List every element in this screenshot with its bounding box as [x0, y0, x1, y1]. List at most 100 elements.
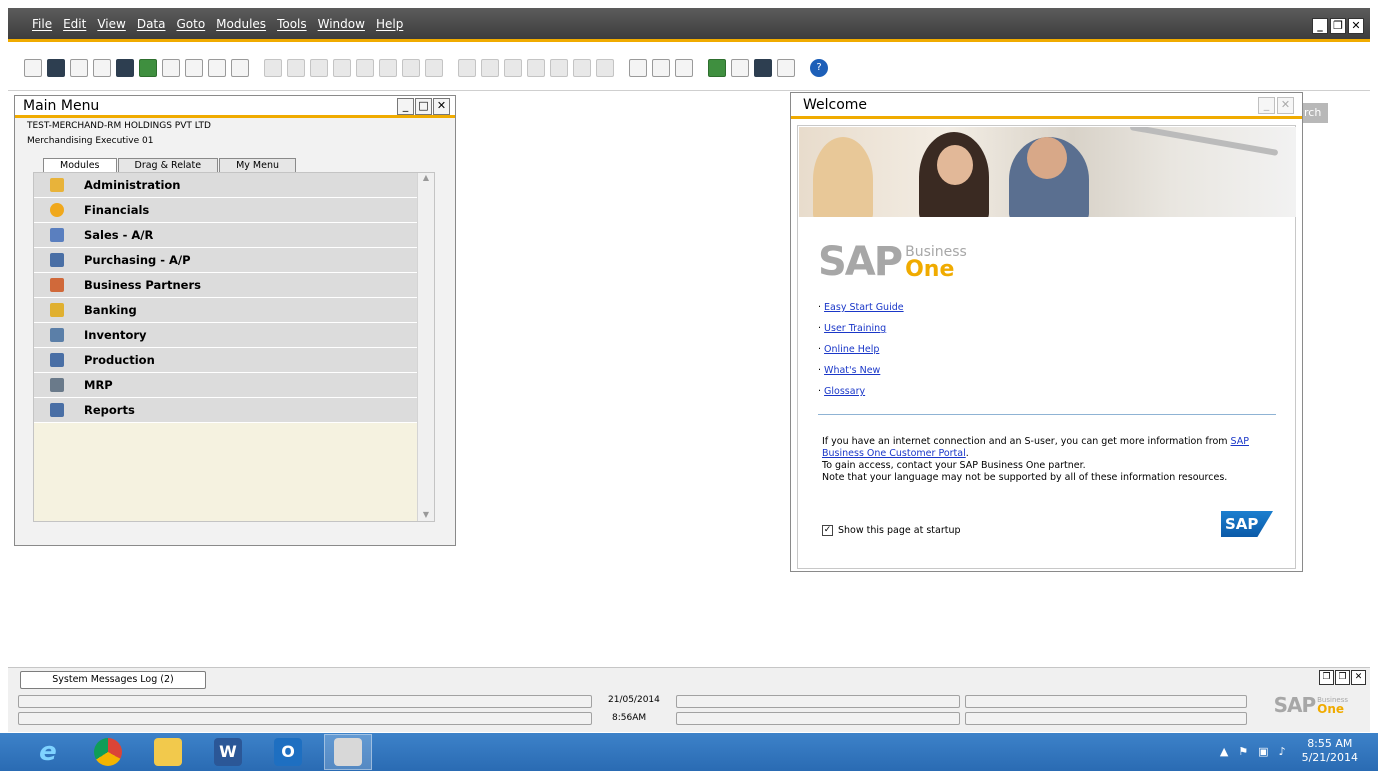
module-label: Sales - A/R — [84, 228, 154, 242]
search-field-stub[interactable]: rch — [1302, 103, 1328, 123]
export-pdf-icon[interactable] — [185, 58, 203, 77]
gross-profit-icon[interactable] — [550, 58, 568, 77]
print-icon[interactable] — [47, 58, 65, 77]
module-financials[interactable]: Financials — [34, 198, 419, 223]
transaction-journal-icon[interactable] — [596, 58, 614, 77]
module-banking[interactable]: Banking — [34, 298, 419, 323]
close-icon[interactable]: ✕ — [1351, 670, 1366, 685]
tab-drag-relate[interactable]: Drag & Relate — [117, 158, 219, 173]
target-document-icon[interactable] — [481, 58, 499, 77]
menu-data[interactable]: Data — [137, 17, 166, 31]
restore-icon[interactable]: ❐ — [1319, 670, 1334, 685]
add-icon[interactable] — [287, 58, 305, 77]
minimize-icon[interactable]: _ — [1312, 18, 1328, 34]
module-administration[interactable]: Administration — [34, 173, 419, 198]
network-icon[interactable]: ▣ — [1258, 745, 1268, 758]
minimize-icon[interactable]: _ — [1258, 97, 1275, 114]
sap-app-icon — [334, 738, 362, 766]
module-reports[interactable]: Reports — [34, 398, 419, 423]
taskbar-sap[interactable] — [324, 734, 372, 770]
taskbar-word[interactable]: W — [204, 734, 252, 770]
status-date: 21/05/2014 — [608, 695, 660, 705]
maximize-icon[interactable]: □ — [415, 98, 432, 115]
restore-icon[interactable]: ❐ — [1330, 18, 1346, 34]
payment-means-icon[interactable] — [527, 58, 545, 77]
system-messages-log-tab[interactable]: System Messages Log (2) — [20, 671, 206, 689]
sort-icon[interactable] — [425, 58, 443, 77]
show-at-startup-checkbox[interactable]: ✓ Show this page at startup — [822, 525, 961, 536]
taskbar-outlook[interactable]: O — [264, 734, 312, 770]
export-word-icon[interactable] — [162, 58, 180, 77]
scroll-up-icon[interactable]: ▲ — [418, 173, 434, 182]
export-excel-icon[interactable] — [139, 58, 157, 77]
find-icon[interactable] — [264, 58, 282, 77]
first-record-icon[interactable] — [310, 58, 328, 77]
launch-app-icon[interactable] — [208, 58, 226, 77]
fax-icon[interactable] — [116, 58, 134, 77]
module-inventory[interactable]: Inventory — [34, 323, 419, 348]
menu-help[interactable]: Help — [376, 17, 403, 31]
close-icon[interactable]: ✕ — [1277, 97, 1294, 114]
org-chart-icon[interactable] — [777, 58, 795, 77]
volume-weight-icon[interactable] — [573, 58, 591, 77]
menu-modules[interactable]: Modules — [216, 17, 266, 31]
volume-icon[interactable]: ♪ — [1279, 745, 1286, 758]
link-glossary[interactable]: Glossary — [824, 386, 865, 397]
help-icon[interactable]: ? — [810, 58, 828, 77]
edit-form-icon[interactable] — [675, 58, 693, 77]
show-hidden-icons-icon[interactable]: ▲ — [1220, 745, 1228, 758]
clock[interactable]: 8:55 AM 5/21/2014 — [1302, 737, 1358, 765]
link-whats-new[interactable]: What's New — [824, 365, 880, 376]
menu-tools[interactable]: Tools — [277, 17, 307, 31]
close-icon[interactable]: ✕ — [1348, 18, 1364, 34]
filter-icon[interactable] — [402, 58, 420, 77]
sms-icon[interactable] — [93, 58, 111, 77]
email-icon[interactable] — [70, 58, 88, 77]
module-business-partners[interactable]: Business Partners — [34, 273, 419, 298]
next-record-icon[interactable] — [356, 58, 374, 77]
flag-icon[interactable]: ⚑ — [1238, 745, 1248, 758]
checkmark-icon[interactable]: ✓ — [822, 525, 833, 536]
menu-view[interactable]: View — [97, 17, 125, 31]
close-icon[interactable]: ✕ — [433, 98, 450, 115]
link-user-training[interactable]: User Training — [824, 323, 886, 334]
module-sales[interactable]: Sales - A/R — [34, 223, 419, 248]
taskbar-chrome[interactable] — [84, 734, 132, 770]
tab-modules[interactable]: Modules — [43, 158, 117, 173]
scroll-down-icon[interactable]: ▼ — [418, 510, 434, 519]
menu-edit[interactable]: Edit — [63, 17, 86, 31]
info-line1: If you have an internet connection and a… — [822, 436, 1231, 447]
module-label: Business Partners — [84, 278, 201, 292]
link-online-help[interactable]: Online Help — [824, 344, 879, 355]
main-menu-tabs: Modules Drag & Relate My Menu — [43, 158, 297, 173]
taskbar-explorer[interactable] — [144, 734, 192, 770]
link-easy-start-guide[interactable]: Easy Start Guide — [824, 302, 904, 313]
last-record-icon[interactable] — [379, 58, 397, 77]
menu-goto[interactable]: Goto — [176, 17, 205, 31]
messages-icon[interactable] — [731, 58, 749, 77]
restore-icon[interactable]: ❐ — [1335, 670, 1350, 685]
status-window-controls: ❐ ❐ ✕ — [1319, 670, 1366, 685]
module-mrp[interactable]: MRP — [34, 373, 419, 398]
journal-entry-icon[interactable] — [504, 58, 522, 77]
module-list-scrollbar[interactable]: ▲ ▼ — [417, 173, 434, 521]
minimize-icon[interactable]: _ — [397, 98, 414, 115]
module-production[interactable]: Production — [34, 348, 419, 373]
lock-screen-icon[interactable] — [231, 58, 249, 77]
print-preview-icon[interactable] — [24, 58, 42, 77]
base-document-icon[interactable] — [458, 58, 476, 77]
calendar-icon[interactable] — [708, 58, 726, 77]
folder-icon — [154, 738, 182, 766]
welcome-banner-photo — [799, 127, 1296, 217]
tab-my-menu[interactable]: My Menu — [219, 158, 296, 173]
calculator-icon[interactable] — [754, 58, 772, 77]
menu-window[interactable]: Window — [318, 17, 365, 31]
settings-icon[interactable] — [629, 58, 647, 77]
previous-record-icon[interactable] — [333, 58, 351, 77]
taskbar-ie[interactable]: e — [24, 734, 72, 770]
module-purchasing[interactable]: Purchasing - A/P — [34, 248, 419, 273]
menu-file[interactable]: File — [32, 17, 52, 31]
main-menu-window: Main Menu _ □ ✕ TEST-MERCHAND-RM HOLDING… — [14, 95, 456, 546]
main-menu-title: Main Menu — [15, 96, 455, 118]
form-settings-icon[interactable] — [652, 58, 670, 77]
